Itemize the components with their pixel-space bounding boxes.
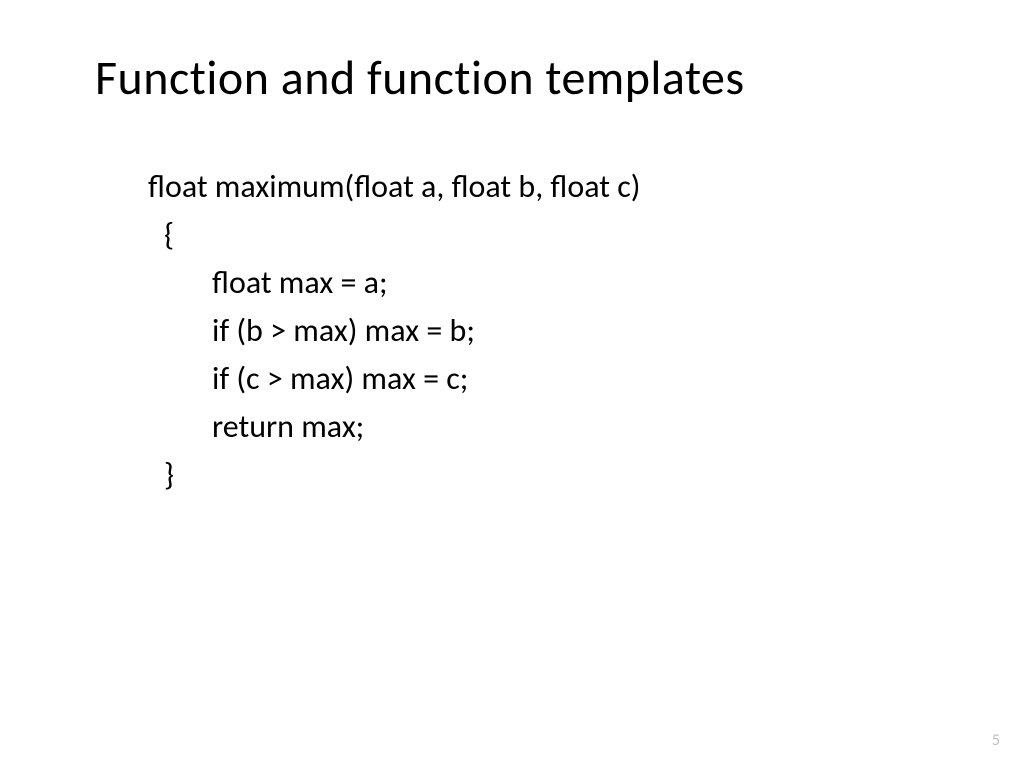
code-block: float maximum(float a, float b, float c)…: [0, 107, 1024, 499]
code-line-1: float maximum(float a, float b, float c): [148, 163, 1024, 211]
page-number: 5: [992, 731, 1000, 750]
code-line-3: float max = a;: [148, 259, 1024, 307]
slide-title: Function and function templates: [0, 0, 1024, 107]
code-line-6: return max;: [148, 403, 1024, 451]
code-line-2: {: [148, 211, 1024, 259]
code-line-4: if (b > max) max = b;: [148, 307, 1024, 355]
code-line-7: }: [148, 451, 1024, 499]
code-line-5: if (c > max) max = c;: [148, 355, 1024, 403]
